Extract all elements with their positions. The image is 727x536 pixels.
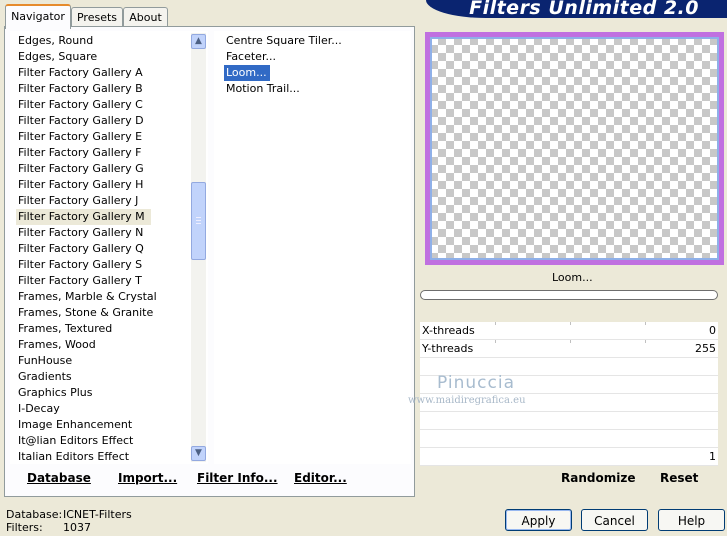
reset-button[interactable]: Reset [660,471,698,485]
preview-label: Loom... [552,271,593,284]
category-item[interactable]: Filter Factory Gallery N [18,225,143,241]
category-item[interactable]: Filter Factory Gallery Q [18,241,144,257]
apply-button[interactable]: Apply [505,509,572,531]
filter-info-button[interactable]: Filter Info... [197,471,278,485]
param-value: 0 [709,324,716,337]
filter-item[interactable]: Motion Trail... [226,81,300,97]
param-row-empty[interactable] [420,412,718,430]
category-item[interactable]: Edges, Round [18,33,93,49]
watermark-name: Pinuccia [437,373,515,393]
status-database-label: Database: [6,508,63,521]
cancel-button[interactable]: Cancel [581,509,648,531]
database-button[interactable]: Database [27,471,91,485]
tab-presets[interactable]: Presets [71,7,123,27]
scroll-up-icon[interactable]: ▲ [191,34,206,49]
status-database-value: ICNET-Filters [63,508,132,521]
category-item[interactable]: Filter Factory Gallery F [18,145,141,161]
help-button[interactable]: Help [658,509,725,531]
param-label: X-threads [422,324,475,337]
filter-item[interactable]: Centre Square Tiler... [226,33,342,49]
category-item[interactable]: Filter Factory Gallery T [18,273,142,289]
category-item[interactable]: Graphics Plus [18,385,92,401]
category-item[interactable]: Frames, Wood [18,337,96,353]
category-item[interactable]: FunHouse [18,353,72,369]
param-row-x-threads[interactable]: X-threads 0 [420,322,718,340]
watermark-url: www.maidiregrafica.eu [408,395,526,406]
scroll-thumb[interactable] [191,182,206,260]
category-item[interactable]: Filter Factory Gallery J [18,193,138,209]
category-item[interactable]: Image Enhancement [18,417,132,433]
category-item[interactable]: Filter Factory Gallery H [18,177,143,193]
category-item[interactable]: It@lian Editors Effect [18,433,133,449]
editor-button[interactable]: Editor... [294,471,347,485]
category-item[interactable]: I-Decay [18,401,60,417]
category-item[interactable]: Italian Editors Effect [18,449,129,465]
filter-item[interactable]: Faceter... [226,49,276,65]
category-item[interactable]: Gradients [18,369,72,385]
category-item[interactable]: Frames, Textured [18,321,112,337]
status-filters-label: Filters: [6,521,43,534]
tab-navigator[interactable]: Navigator [5,4,71,29]
param-row-bottom[interactable]: 1 [420,448,718,466]
randomize-button[interactable]: Randomize [561,471,635,485]
status-filters-value: 1037 [63,521,91,534]
param-value: 255 [695,342,716,355]
category-item[interactable]: Filter Factory Gallery A [18,65,143,81]
category-item[interactable]: Filter Factory Gallery S [18,257,142,273]
filter-item[interactable]: Loom... [224,65,270,81]
preview-image [425,32,724,265]
category-item[interactable]: Filter Factory Gallery C [18,97,143,113]
param-label: Y-threads [422,342,474,355]
app-title: Filters Unlimited 2.0 [469,0,699,19]
category-item[interactable]: Filter Factory Gallery G [18,161,144,177]
category-item[interactable]: Frames, Stone & Granite [18,305,153,321]
category-item[interactable]: Filter Factory Gallery D [18,113,144,129]
scroll-down-icon[interactable]: ▼ [191,446,206,461]
category-item[interactable]: Filter Factory Gallery M [16,209,151,225]
category-item[interactable]: Filter Factory Gallery E [18,129,142,145]
param-row-empty[interactable] [420,430,718,448]
progress-bar [420,290,718,300]
tab-about[interactable]: About [123,7,168,27]
import-button[interactable]: Import... [118,471,177,485]
param-row-y-threads[interactable]: Y-threads 255 [420,340,718,358]
category-item[interactable]: Frames, Marble & Crystal [18,289,157,305]
category-item[interactable]: Filter Factory Gallery B [18,81,143,97]
title-banner: Filters Unlimited 2.0 [426,0,727,19]
category-item[interactable]: Edges, Square [18,49,97,65]
param-value: 1 [709,450,716,463]
